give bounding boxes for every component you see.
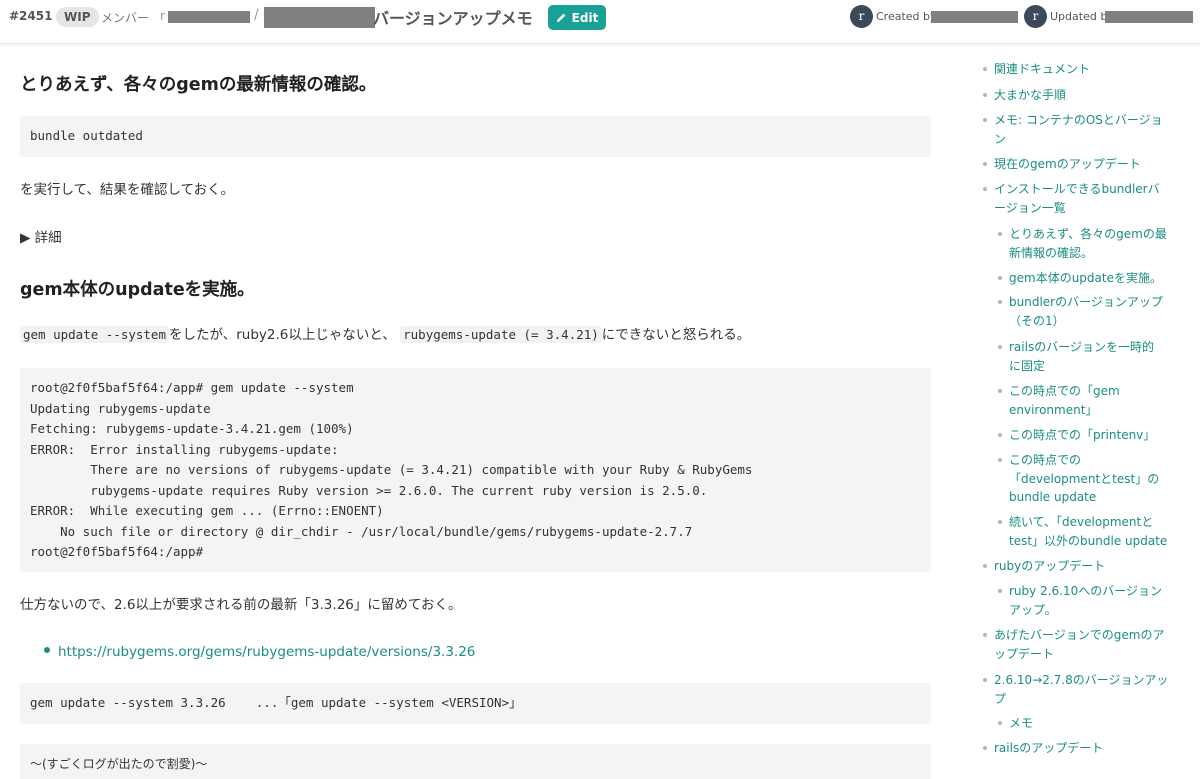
page-title: バージョンアップメモ xyxy=(373,9,533,28)
redacted-creator-name xyxy=(931,11,1018,23)
redacted-title-prefix xyxy=(264,7,375,28)
toc-item[interactable]: ruby 2.6.10へのバージョン アップ。 xyxy=(998,582,1169,619)
breadcrumb-slash: / xyxy=(254,7,259,23)
toc-item-label: rubyのアップデート xyxy=(994,559,1106,573)
toc-item[interactable]: rubyのアップデート xyxy=(983,557,1169,576)
paragraph-text-middle: をしたが、ruby2.6以上じゃないと、 xyxy=(169,327,396,343)
created-by-label: Created by xyxy=(876,10,937,23)
toc-bullet-icon xyxy=(998,276,1002,280)
edit-button-label: Edit xyxy=(571,10,599,25)
code-block-gem-update-log: root@2f0f5baf5f64:/app# gem update --sys… xyxy=(20,368,931,572)
rubygems-link[interactable]: https://rubygems.org/gems/rubygems-updat… xyxy=(58,644,475,660)
toc-item[interactable]: この時点での「gem environment」 xyxy=(998,382,1169,419)
toc-item-label: メモ: コンテナのOSとバージョ ン xyxy=(994,113,1163,146)
toc-bullet-icon xyxy=(998,721,1002,725)
edit-button[interactable]: Edit xyxy=(548,5,606,30)
redacted-breadcrumb xyxy=(168,11,250,23)
toc-bullet-icon xyxy=(983,746,987,750)
toc-bullet-icon xyxy=(983,162,987,166)
breadcrumb-category[interactable]: メンバー xyxy=(101,9,149,26)
toc-item[interactable]: インストールできるbundlerバ ージョン一覧 xyxy=(983,180,1169,217)
redacted-updater-name xyxy=(1105,11,1193,23)
toc-item[interactable]: あげたバージョンでのgemのア ップデート xyxy=(983,626,1169,663)
toc-bullet-icon xyxy=(998,458,1002,462)
inline-code-rubygems-update: rubygems-update (= 3.4.21) xyxy=(400,326,602,343)
toc-bullet-icon xyxy=(983,678,987,682)
list-item: https://rubygems.org/gems/rubygems-updat… xyxy=(44,641,475,660)
toc-item-label: 2.6.10→2.7.8のバージョンアッ プ xyxy=(994,673,1169,706)
toc-item-label: railsのバージョンを一時的 に固定 xyxy=(1009,340,1154,373)
toc-item[interactable]: 現在のgemのアップデート xyxy=(983,155,1169,174)
toc-bullet-icon xyxy=(998,589,1002,593)
toc-item-label: この時点での「printenv」 xyxy=(1009,428,1156,442)
wip-badge[interactable]: WIP xyxy=(56,7,99,27)
toc-item[interactable]: 2.6.10→2.7.8のバージョンアッ プ xyxy=(983,671,1169,708)
toc-item-label: bundlerのバージョンアップ （その1） xyxy=(1009,295,1163,328)
toc-item[interactable]: メモ xyxy=(998,714,1169,733)
toc-item-label: 現在のgemのアップデート xyxy=(994,157,1141,171)
toc-item-label: 関連ドキュメント xyxy=(994,62,1091,76)
toc-item[interactable]: メモ: コンテナのOSとバージョ ン xyxy=(983,111,1169,148)
toc-item-label: gem本体のupdateを実施。 xyxy=(1009,271,1162,285)
paragraph-update-error: gem update --system をしたが、ruby2.6以上じゃないと、 … xyxy=(20,325,750,345)
toc-item-label: ruby 2.6.10へのバージョン アップ。 xyxy=(1009,584,1163,617)
toc-item[interactable]: この時点での 「developmentとtest」の bundle update xyxy=(998,451,1169,507)
toc-item[interactable]: railsのバージョンを一時的 に固定 xyxy=(998,338,1169,375)
inline-code-gem-update: gem update --system xyxy=(20,326,169,343)
toc-item-label: この時点での「gem environment」 xyxy=(1009,384,1120,417)
bullet-icon xyxy=(44,646,50,653)
toc-bullet-icon xyxy=(983,118,987,122)
paragraph-text-end: にできないと怒られる。 xyxy=(601,327,751,343)
toc-item[interactable]: 関連ドキュメント xyxy=(983,60,1169,79)
toc-bullet-icon xyxy=(998,520,1002,524)
toc-item[interactable]: 続いて、「developmentと test」以外のbundle update xyxy=(998,513,1169,550)
code-block-log-omitted: 〜(すごくログが出たので割愛)〜 xyxy=(20,744,931,779)
post-number: #2451 xyxy=(9,9,53,23)
toc-item-label: 続いて、「developmentと test」以外のbundle update xyxy=(1009,515,1168,548)
toc-item-label: インストールできるbundlerバ ージョン一覧 xyxy=(994,182,1160,215)
toc-item-label: 大まかな手順 xyxy=(994,88,1067,102)
toc-item[interactable]: railsのアップデート xyxy=(983,739,1169,758)
toc-item-label: この時点での 「developmentとtest」の bundle update xyxy=(1009,453,1160,504)
section-heading-outdated: とりあえず、各々のgemの最新情報の確認。 xyxy=(20,75,377,95)
toc-item-label: あげたバージョンでのgemのア ップデート xyxy=(994,628,1165,661)
toc-item[interactable]: 大まかな手順 xyxy=(983,86,1169,105)
toc-bullet-icon xyxy=(983,93,987,97)
toc-bullet-icon xyxy=(983,633,987,637)
section-heading-gem-update: gem本体のupdateを実施。 xyxy=(20,280,255,300)
toc-item[interactable]: とりあえず、各々のgemの最 新情報の確認。 xyxy=(998,225,1169,262)
toc-bullet-icon xyxy=(998,389,1002,393)
pencil-icon xyxy=(556,13,566,23)
creator-avatar[interactable]: r xyxy=(850,5,873,28)
updater-avatar[interactable]: r xyxy=(1024,5,1047,28)
toc-bullet-icon xyxy=(998,433,1002,437)
details-toggle[interactable]: ▶ 詳細 xyxy=(20,226,62,246)
toc-item-label: railsのアップデート xyxy=(994,741,1104,755)
toc-bullet-icon xyxy=(983,67,987,71)
toc-bullet-icon xyxy=(998,300,1002,304)
toc-item-label: とりあえず、各々のgemの最 新情報の確認。 xyxy=(1009,227,1167,260)
page-header: #2451 WIP メンバー r / バージョンアップメモ Edit r Cre… xyxy=(0,0,1200,44)
toc-item[interactable]: bundlerのバージョンアップ （その1） xyxy=(998,293,1169,330)
toc-item[interactable]: gem本体のupdateを実施。 xyxy=(998,269,1169,288)
code-block-bundle-outdated: bundle outdated xyxy=(20,116,931,157)
toc-bullet-icon xyxy=(983,564,987,568)
code-block-gem-update-version: gem update --system 3.3.26 ...「gem updat… xyxy=(20,683,931,724)
toc-bullet-icon xyxy=(998,345,1002,349)
toc-bullet-icon xyxy=(983,187,987,191)
toc-item-label: メモ xyxy=(1009,716,1034,730)
paragraph-keep-version: 仕方ないので、2.6以上が要求される前の最新「3.3.26」に留めておく。 xyxy=(20,597,462,613)
paragraph-run-check: を実行して、結果を確認しておく。 xyxy=(20,182,235,198)
toc-bullet-icon xyxy=(998,232,1002,236)
toc-item[interactable]: この時点での「printenv」 xyxy=(998,426,1169,445)
breadcrumb-separator: r xyxy=(160,9,165,23)
